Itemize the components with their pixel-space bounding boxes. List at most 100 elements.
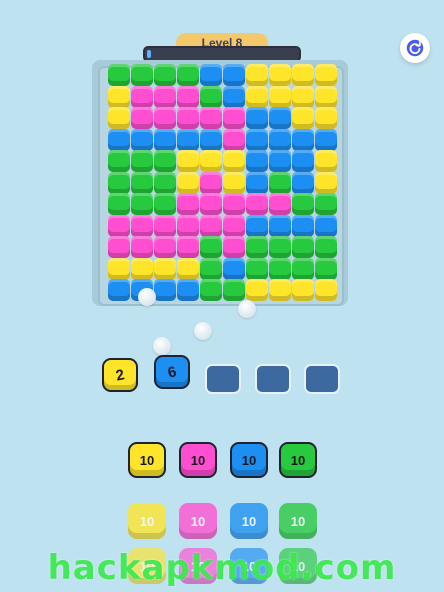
board-cube xyxy=(223,257,245,280)
board-cube xyxy=(223,214,245,237)
restart-icon xyxy=(406,39,424,57)
board-cube xyxy=(246,236,268,258)
board-cube xyxy=(200,257,222,280)
board-cube xyxy=(200,236,222,258)
queue-shooter-waiting: 10 xyxy=(179,503,217,539)
board-cube xyxy=(315,236,337,258)
board-cube xyxy=(131,64,153,86)
board-cube xyxy=(246,107,268,129)
restart-button[interactable] xyxy=(400,33,430,63)
board-cube xyxy=(315,193,337,215)
board-cube xyxy=(246,171,268,194)
board-cube xyxy=(315,107,337,129)
board-cube xyxy=(200,150,222,172)
board-cube xyxy=(154,128,176,151)
board-cube xyxy=(200,107,222,129)
shooter-slot-filled[interactable]: 2 xyxy=(102,358,138,392)
board-cube xyxy=(108,257,130,280)
board-cube xyxy=(292,257,314,280)
board-cube xyxy=(269,64,291,86)
board-cube xyxy=(269,214,291,237)
empty-tray-slot xyxy=(304,364,340,394)
queue-shooter-ready[interactable]: 10 xyxy=(179,442,217,478)
board-cube xyxy=(108,150,130,172)
board-cube xyxy=(292,171,314,194)
board-cube xyxy=(131,85,153,108)
queue-shooter-ready[interactable]: 10 xyxy=(128,442,166,478)
game-scene: Level 8 26 10 10 10 10 10 10 10 10 10 10 10 10 hack… xyxy=(0,0,444,592)
board-cube xyxy=(246,85,268,108)
projectile xyxy=(194,322,212,340)
board-cube xyxy=(177,150,199,172)
board-cube xyxy=(131,193,153,215)
queue-shooter-ready[interactable]: 10 xyxy=(279,442,317,478)
queue-shooter-ready[interactable]: 10 xyxy=(230,442,268,478)
shooter-count: 6 xyxy=(166,362,178,382)
board-cube xyxy=(177,214,199,237)
board-cube xyxy=(315,171,337,194)
board-cube xyxy=(177,171,199,194)
board-cube xyxy=(108,236,130,258)
board-cube xyxy=(154,171,176,194)
board-cube xyxy=(154,279,176,301)
board-cube xyxy=(223,150,245,172)
board-cube xyxy=(315,150,337,172)
board-cube xyxy=(131,128,153,151)
board-cube xyxy=(315,128,337,151)
board-cube xyxy=(269,171,291,194)
board-cube xyxy=(200,214,222,237)
shooter-slot-filled[interactable]: 6 xyxy=(154,355,190,389)
board-cube xyxy=(154,150,176,172)
board-cube xyxy=(315,64,337,86)
board-cube xyxy=(177,193,199,215)
board-cube xyxy=(269,128,291,151)
board-cube xyxy=(292,85,314,108)
board-cube xyxy=(200,279,222,301)
board-cube xyxy=(108,279,130,301)
board-cube xyxy=(223,85,245,108)
board-cube xyxy=(131,214,153,237)
board-cube xyxy=(154,236,176,258)
queue-shooter-waiting: 10 xyxy=(279,503,317,539)
board-cube xyxy=(292,150,314,172)
queue-shooter-waiting: 10 xyxy=(230,503,268,539)
board-cube xyxy=(315,214,337,237)
board-cube xyxy=(246,128,268,151)
board-cube xyxy=(177,279,199,301)
board-cube xyxy=(200,128,222,151)
board-cube xyxy=(246,150,268,172)
board-cube xyxy=(292,279,314,301)
board-cube xyxy=(108,128,130,151)
board-cube xyxy=(131,107,153,129)
board-cube xyxy=(200,64,222,86)
board-cube xyxy=(108,193,130,215)
board-cube xyxy=(269,279,291,301)
board-cube xyxy=(315,85,337,108)
board-cube xyxy=(154,257,176,280)
board-cube xyxy=(223,279,245,301)
board-cube xyxy=(292,107,314,129)
board-cube xyxy=(200,193,222,215)
cube-board xyxy=(98,64,344,306)
board-cube xyxy=(269,257,291,280)
projectile xyxy=(238,300,256,318)
board-cube xyxy=(223,107,245,129)
board-cube xyxy=(131,236,153,258)
board-cube xyxy=(108,214,130,237)
board-cube xyxy=(177,64,199,86)
board-cube xyxy=(292,214,314,237)
board-cube xyxy=(246,214,268,237)
board-cube xyxy=(108,107,130,129)
board-cube xyxy=(269,193,291,215)
board-cube xyxy=(315,279,337,301)
board-cube xyxy=(154,85,176,108)
board-cube xyxy=(223,171,245,194)
board-cube xyxy=(131,150,153,172)
board-cube xyxy=(223,128,245,151)
board-cube xyxy=(269,85,291,108)
board-cube xyxy=(246,257,268,280)
board-cube xyxy=(154,107,176,129)
empty-tray-slot xyxy=(255,364,291,394)
board-cube xyxy=(246,193,268,215)
queue-shooter-waiting: 10 xyxy=(128,503,166,539)
